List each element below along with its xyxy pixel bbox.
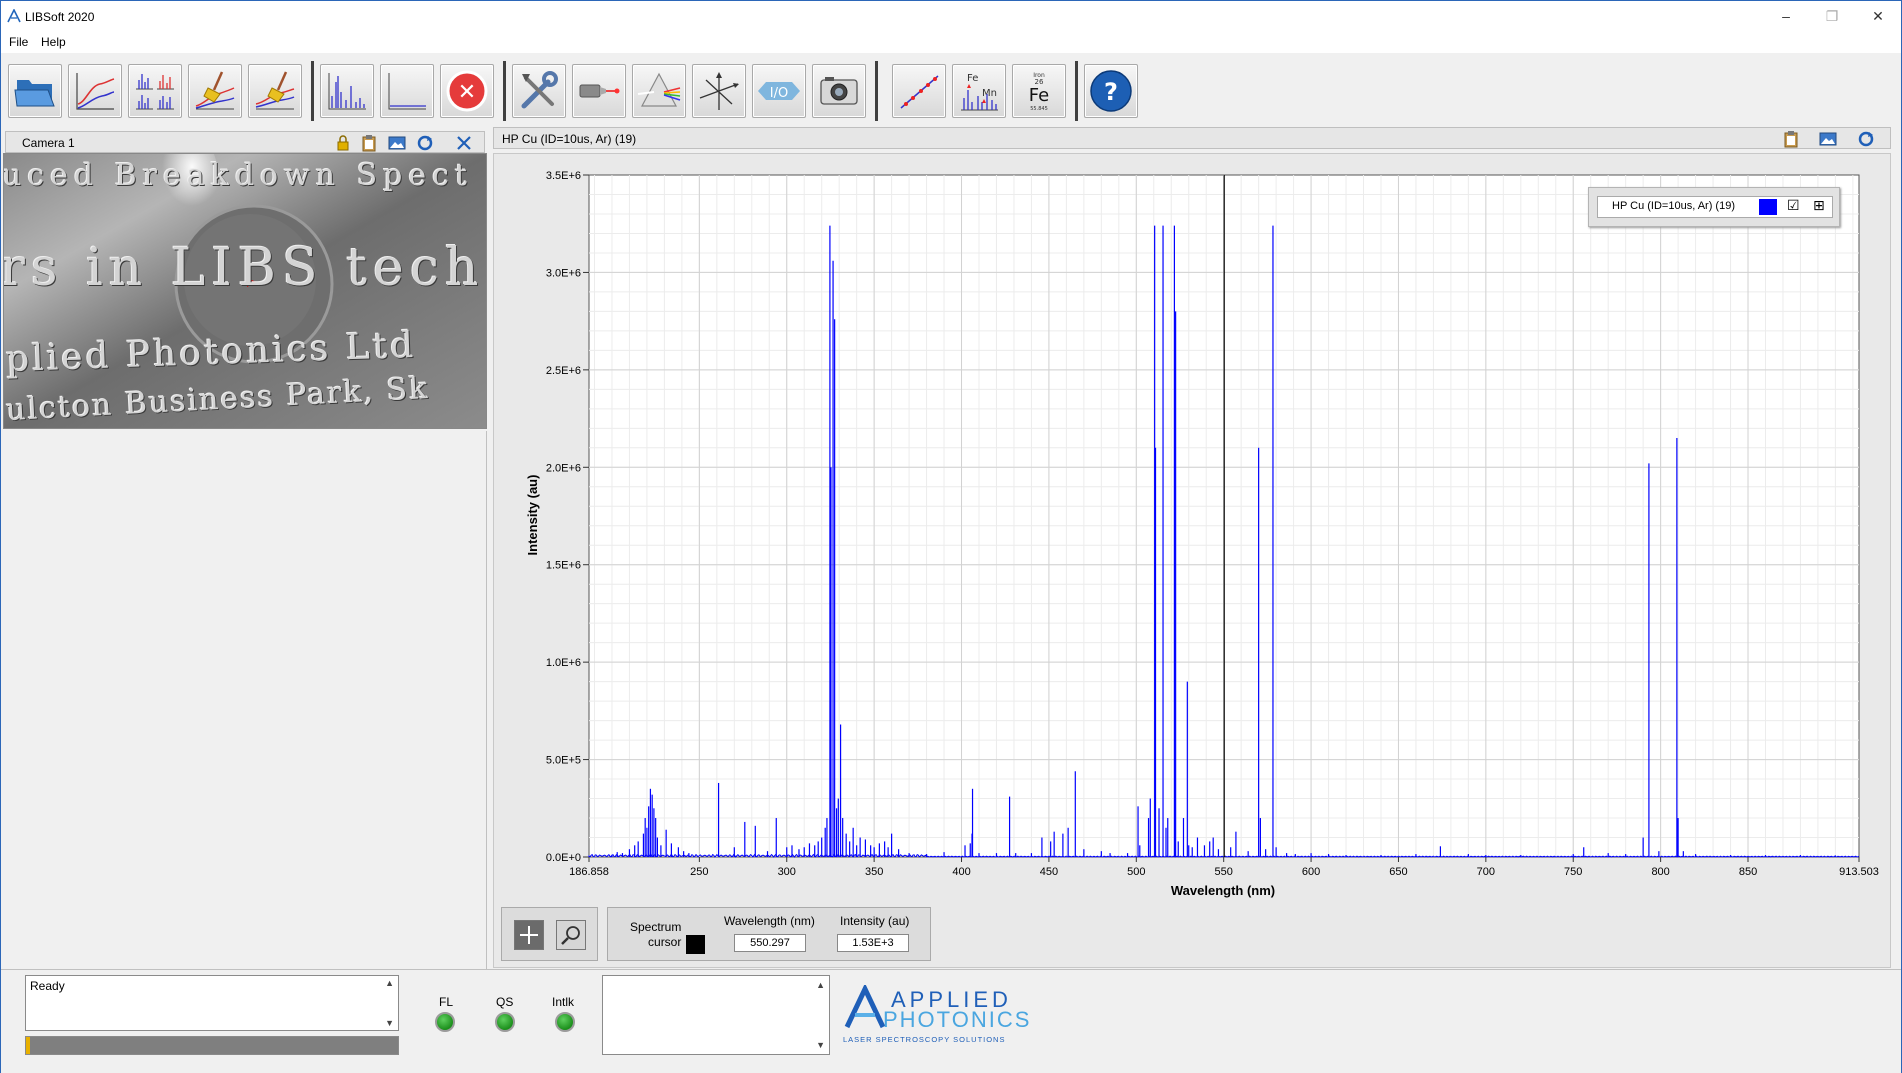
zoom-tool-button[interactable] [556, 920, 586, 950]
brand-tagline: LASER SPECTROSCOPY SOLUTIONS [843, 1035, 1006, 1044]
x-tick-label: 400 [952, 866, 970, 878]
crosshair-icon [520, 926, 538, 944]
x-tick-label: 350 [865, 866, 883, 878]
scroll-down-icon[interactable]: ▼ [385, 1018, 394, 1028]
x-tick-label: 300 [778, 866, 796, 878]
intlk-label: Intlk [552, 995, 575, 1009]
legend-entry[interactable]: HP Cu (ID=10us, Ar) (19) ☑ ⊞ [1597, 196, 1833, 218]
progress-fill [26, 1037, 30, 1054]
legend-expand-icon[interactable]: ⊞ [1813, 197, 1825, 214]
cursor-info-panel: Spectrum cursor Wavelength (nm) Intensit… [607, 907, 931, 961]
status-log[interactable]: Ready ▲ ▼ [25, 975, 399, 1031]
y-tick-label: 2.5E+6 [546, 365, 581, 377]
y-tick-label: 5.0E+5 [546, 755, 581, 767]
scroll-down-icon[interactable]: ▼ [816, 1040, 825, 1050]
wavelength-header: Wavelength (nm) [724, 914, 815, 928]
qs-label: QS [496, 995, 514, 1009]
cursor-label-line2: cursor [648, 935, 682, 949]
y-axis-label: Intensity (au) [525, 475, 540, 556]
y-tick-label: 1.0E+6 [546, 657, 581, 669]
scroll-up-icon[interactable]: ▲ [385, 978, 394, 988]
x-tick-label: 500 [1127, 866, 1145, 878]
message-box[interactable]: ▲ ▼ [602, 975, 830, 1055]
x-tick-label: 600 [1302, 866, 1320, 878]
status-text: Ready [30, 979, 65, 993]
intensity-header: Intensity (au) [840, 914, 910, 928]
crosshair-tool-button[interactable] [514, 920, 544, 950]
progress-bar [25, 1036, 399, 1055]
intlk-indicator [555, 1012, 575, 1032]
cursor-label-line1: Spectrum [630, 920, 682, 934]
x-tick-label: 250 [690, 866, 708, 878]
chart-legend: HP Cu (ID=10us, Ar) (19) ☑ ⊞ [1588, 187, 1840, 227]
x-axis-label: Wavelength (nm) [1171, 883, 1275, 898]
fl-label: FL [439, 995, 454, 1009]
legend-visible-checkbox[interactable]: ☑ [1787, 197, 1800, 214]
fl-indicator [435, 1012, 455, 1032]
spectrum-chart[interactable]: 186.858 250 300 350 400 450 500 550 600 650 700 750… [1, 1, 1902, 1073]
y-tick-label: 2.0E+6 [546, 462, 581, 474]
brand-line2: PHOTONICS [883, 1007, 1032, 1032]
cursor-color-swatch[interactable] [686, 935, 705, 954]
zoom-icon [561, 926, 580, 945]
legend-label: HP Cu (ID=10us, Ar) (19) [1612, 200, 1735, 212]
y-tick-label: 3.0E+6 [546, 267, 581, 279]
x-axis-ticks: 186.858 250 300 350 400 450 500 550 600 650 700 750… [569, 857, 1879, 878]
y-tick-label: 0.0E+0 [546, 852, 581, 864]
cursor-tools [501, 907, 598, 961]
x-tick-label: 800 [1651, 866, 1669, 878]
x-tick-label: 650 [1389, 866, 1407, 878]
legend-color-swatch[interactable] [1759, 199, 1777, 215]
y-axis-ticks: 0.0E+0 5.0E+5 1.0E+6 1.5E+6 2.0E+6 2.5E+6 3.0E… [546, 170, 589, 864]
x-tick-label: 913.503 [1839, 866, 1879, 878]
company-logo: APPLIED PHOTONICS LASER SPECTROSCOPY SOL… [843, 985, 1029, 1045]
app-window: LIBSoft 2020 – ❐ ✕ File Help ✕ I/O Fe Mn… [0, 0, 1902, 1073]
intensity-value-field[interactable]: 1.53E+3 [837, 934, 909, 952]
x-tick-label: 700 [1477, 866, 1495, 878]
y-tick-label: 1.5E+6 [546, 560, 581, 572]
x-tick-label: 450 [1040, 866, 1058, 878]
qs-indicator [495, 1012, 515, 1032]
scroll-up-icon[interactable]: ▲ [816, 980, 825, 990]
x-tick-label: 850 [1739, 866, 1757, 878]
x-tick-label: 186.858 [569, 866, 609, 878]
x-tick-label: 750 [1564, 866, 1582, 878]
wavelength-value-field[interactable]: 550.297 [734, 934, 806, 952]
y-tick-label: 3.5E+6 [546, 170, 581, 182]
x-tick-label: 550 [1215, 866, 1233, 878]
cursor-label: Spectrum cursor [630, 920, 681, 950]
